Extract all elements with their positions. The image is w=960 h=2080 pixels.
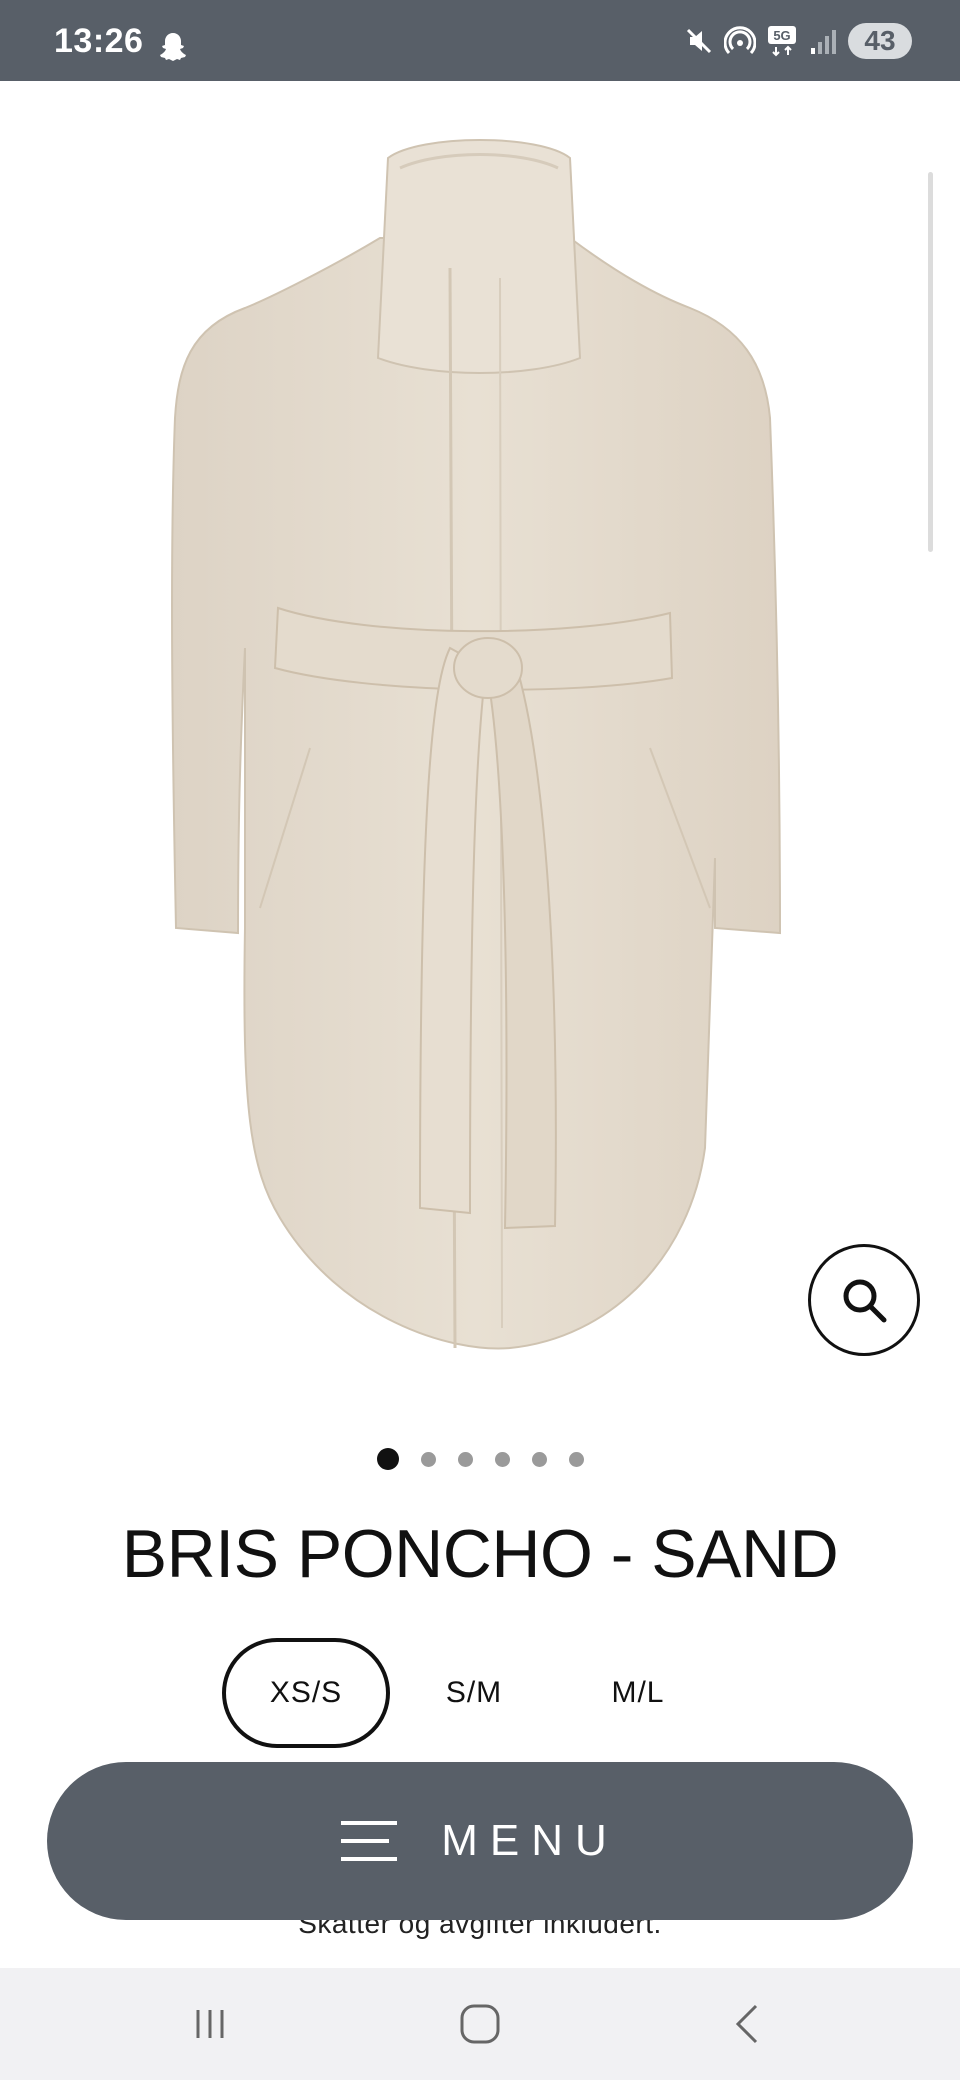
hamburger-icon xyxy=(341,1821,398,1861)
pagination-dot[interactable] xyxy=(494,1451,510,1467)
pagination-dot[interactable] xyxy=(568,1451,584,1467)
svg-text:5G: 5G xyxy=(773,28,790,43)
status-icons: 5G 43 xyxy=(684,20,912,62)
size-option-m-l[interactable]: M/L xyxy=(558,1638,718,1748)
product-image[interactable] xyxy=(150,128,810,1368)
status-time: 13:26 xyxy=(54,22,144,60)
product-title: BRIS PONCHO - SAND xyxy=(121,1516,839,1592)
pagination-dot[interactable] xyxy=(420,1451,436,1467)
back-button[interactable] xyxy=(718,1998,778,2050)
size-option-s-m[interactable]: S/M xyxy=(390,1638,558,1748)
menu-button[interactable]: MENU xyxy=(47,1762,913,1920)
status-bar: 13:26 5G 43 xyxy=(0,0,960,81)
zoom-button[interactable] xyxy=(808,1244,920,1356)
search-icon xyxy=(843,1279,887,1323)
battery-badge: 43 xyxy=(848,23,912,59)
snapchat-icon xyxy=(160,33,186,61)
system-navigation-bar xyxy=(0,1968,960,2080)
signal-icon xyxy=(811,30,836,54)
recent-apps-icon xyxy=(196,2010,224,2038)
back-icon xyxy=(735,2004,758,2044)
image-pagination xyxy=(0,1448,960,1470)
home-icon xyxy=(460,2004,500,2044)
size-option-xs-s[interactable]: XS/S xyxy=(222,1638,390,1748)
pagination-dot[interactable] xyxy=(457,1451,473,1467)
menu-label: MENU xyxy=(441,1816,619,1865)
size-selector: XS/S S/M M/L xyxy=(222,1638,718,1748)
home-button[interactable] xyxy=(450,1998,510,2050)
pagination-dot[interactable] xyxy=(531,1451,547,1467)
pagination-dot-active[interactable] xyxy=(376,1448,399,1470)
scrollbar[interactable] xyxy=(928,172,933,552)
recent-apps-button[interactable] xyxy=(180,1998,240,2050)
5g-icon: 5G xyxy=(768,26,796,57)
hotspot-icon xyxy=(724,26,756,55)
mute-icon xyxy=(686,28,712,54)
